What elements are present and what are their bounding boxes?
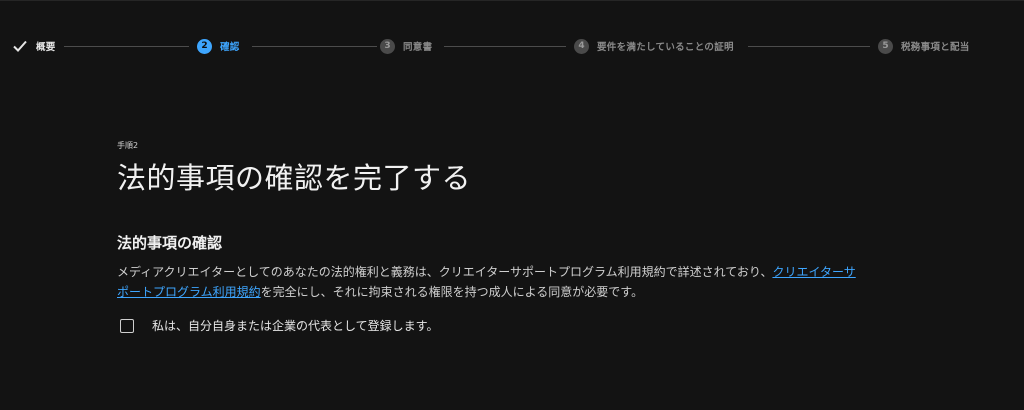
step-confirmation[interactable]: 2 確認 <box>197 37 240 55</box>
description-text: メディアクリエイターとしてのあなたの法的権利と義務は、クリエイターサポートプログ… <box>117 265 773 279</box>
description-text: を完全にし、それに拘束される権限を持つ成人による同意が必要です。 <box>260 285 644 299</box>
step-label: 概要 <box>36 42 56 53</box>
checkmark-icon <box>12 38 28 54</box>
step-connector <box>748 45 870 47</box>
step-number-badge: 3 <box>380 38 395 54</box>
step-agreement[interactable]: 3 同意書 <box>380 37 432 55</box>
legal-description: メディアクリエイターとしてのあなたの法的権利と義務は、クリエイターサポートプログ… <box>117 262 867 302</box>
step-label: 税務事項と配当 <box>901 42 970 53</box>
page-title: 法的事項の確認を完了する <box>117 161 472 195</box>
registration-consent-row[interactable]: 私は、自分自身または企業の代表として登録します。 <box>120 317 877 334</box>
step-tax-and-payout[interactable]: 5 税務事項と配当 <box>878 37 970 55</box>
step-connector <box>64 45 189 47</box>
step-connector <box>444 45 566 47</box>
step-connector <box>252 45 377 47</box>
top-divider <box>0 0 1024 1</box>
page: 概要 2 確認 3 同意書 4 要件を満たしていることの証明 5 税務事項と配当… <box>0 0 1024 410</box>
step-number-badge: 2 <box>197 38 212 54</box>
step-overview[interactable]: 概要 <box>12 37 56 55</box>
step-number-caption: 手順2 <box>117 141 139 150</box>
step-label: 確認 <box>220 42 240 53</box>
consent-checkbox[interactable] <box>120 318 134 333</box>
step-label: 同意書 <box>403 42 433 53</box>
progress-stepper: 概要 2 確認 3 同意書 4 要件を満たしていることの証明 5 税務事項と配当 <box>12 37 1012 55</box>
section-title: 法的事項の確認 <box>117 234 223 252</box>
step-requirements-proof[interactable]: 4 要件を満たしていることの証明 <box>574 37 734 55</box>
main-content: 手順2 法的事項の確認を完了する 法的事項の確認 メディアクリエイターとしてのあ… <box>117 140 877 334</box>
step-number-badge: 5 <box>878 38 893 54</box>
step-number-badge: 4 <box>574 38 589 54</box>
step-label: 要件を満たしていることの証明 <box>597 42 734 53</box>
consent-checkbox-label[interactable]: 私は、自分自身または企業の代表として登録します。 <box>152 317 438 334</box>
